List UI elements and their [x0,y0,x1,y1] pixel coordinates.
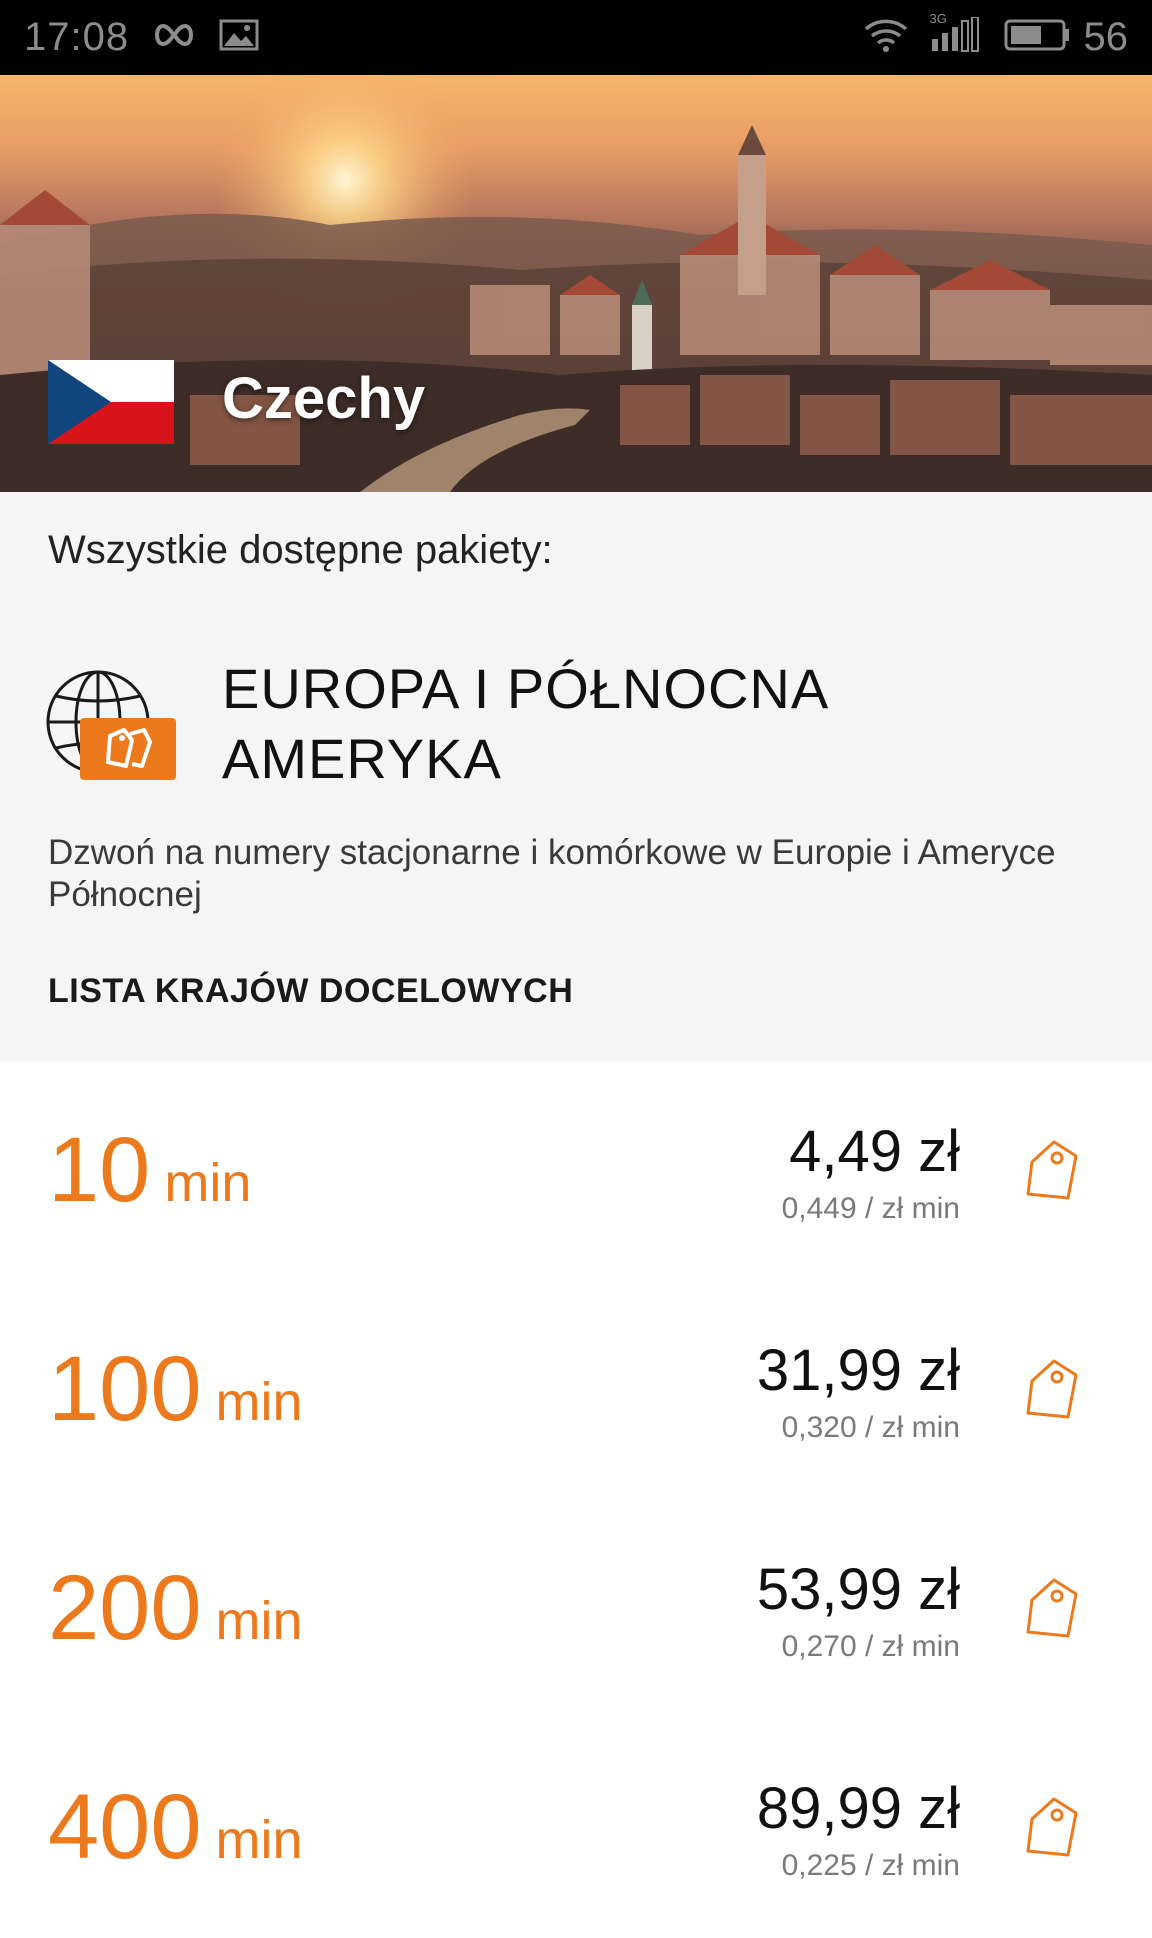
package-title-line2: AMERYKA [222,727,502,790]
offer-row[interactable]: 200 min 53,99 zł 0,270 / zł min [0,1500,1152,1719]
offer-price: 89,99 zł [756,1776,960,1841]
offer-minutes-unit: min [215,1591,303,1651]
offer-row[interactable]: 100 min 31,99 zł 0,320 / zł min [0,1281,1152,1500]
price-tag-icon[interactable] [1024,1357,1084,1425]
offer-minutes-value: 200 [48,1557,202,1659]
offer-row[interactable]: 10 min 4,49 zł 0,449 / zł min [0,1062,1152,1281]
battery-icon [1004,18,1070,57]
offer-price: 53,99 zł [756,1557,960,1622]
offer-rate: 0,225 / zł min [781,1849,960,1882]
country-name: Czechy [222,366,426,431]
all-packages-heading: Wszystkie dostępne pakiety: [48,528,553,572]
offer-row[interactable]: 400 min 89,99 zł 0,225 / zł min [0,1719,1152,1938]
offer-minutes: 200 min [48,1556,303,1661]
status-bar: 17:08 3G 56 [0,0,1152,75]
infinity-icon [151,22,197,53]
offer-price: 31,99 zł [756,1338,960,1403]
battery-level: 56 [1083,15,1129,59]
offer-minutes-unit: min [215,1810,303,1870]
globe-tags-icon [46,670,176,780]
offer-minutes-value: 10 [48,1119,151,1221]
destination-countries-link[interactable]: LISTA KRAJÓW DOCELOWYCH [48,972,573,1011]
signal-icon: 3G [930,11,982,58]
package-title: EUROPA I PÓŁNOCNA AMERYKA [222,654,1102,794]
offer-minutes-value: 100 [48,1338,202,1440]
status-bar-right: 3G 56 [842,11,1129,60]
price-tag-icon[interactable] [1024,1795,1084,1863]
image-icon [219,19,259,56]
package-description: Dzwoń na numery stacjonarne i komórkowe … [48,833,1056,914]
offer-minutes: 10 min [48,1118,251,1223]
wifi-icon [864,17,908,58]
price-tag-icon[interactable] [1024,1138,1084,1206]
offer-rate: 0,449 / zł min [781,1192,960,1225]
offer-rate: 0,320 / zł min [781,1411,960,1444]
package-info-section: Wszystkie dostępne pakiety: EUROPA I PÓŁ… [0,492,1152,1062]
offers-list: 10 min 4,49 zł 0,449 / zł min 100 min 31,9… [0,1062,1152,1920]
status-bar-left: 17:08 [24,15,259,60]
network-type: 3G [929,11,947,26]
country-hero-banner: Czechy [0,75,1152,492]
offer-minutes: 100 min [48,1337,303,1442]
offer-minutes-unit: min [215,1372,303,1432]
offer-minutes-value: 400 [48,1776,202,1878]
package-title-line1: EUROPA I PÓŁNOCNA [222,657,830,720]
offer-minutes-unit: min [164,1153,252,1213]
offer-minutes: 400 min [48,1775,303,1880]
price-tag-icon[interactable] [1024,1576,1084,1644]
status-time: 17:08 [24,15,130,59]
offer-price: 4,49 zł [789,1119,960,1184]
offer-rate: 0,270 / zł min [781,1630,960,1663]
czech-flag-icon [48,360,174,444]
